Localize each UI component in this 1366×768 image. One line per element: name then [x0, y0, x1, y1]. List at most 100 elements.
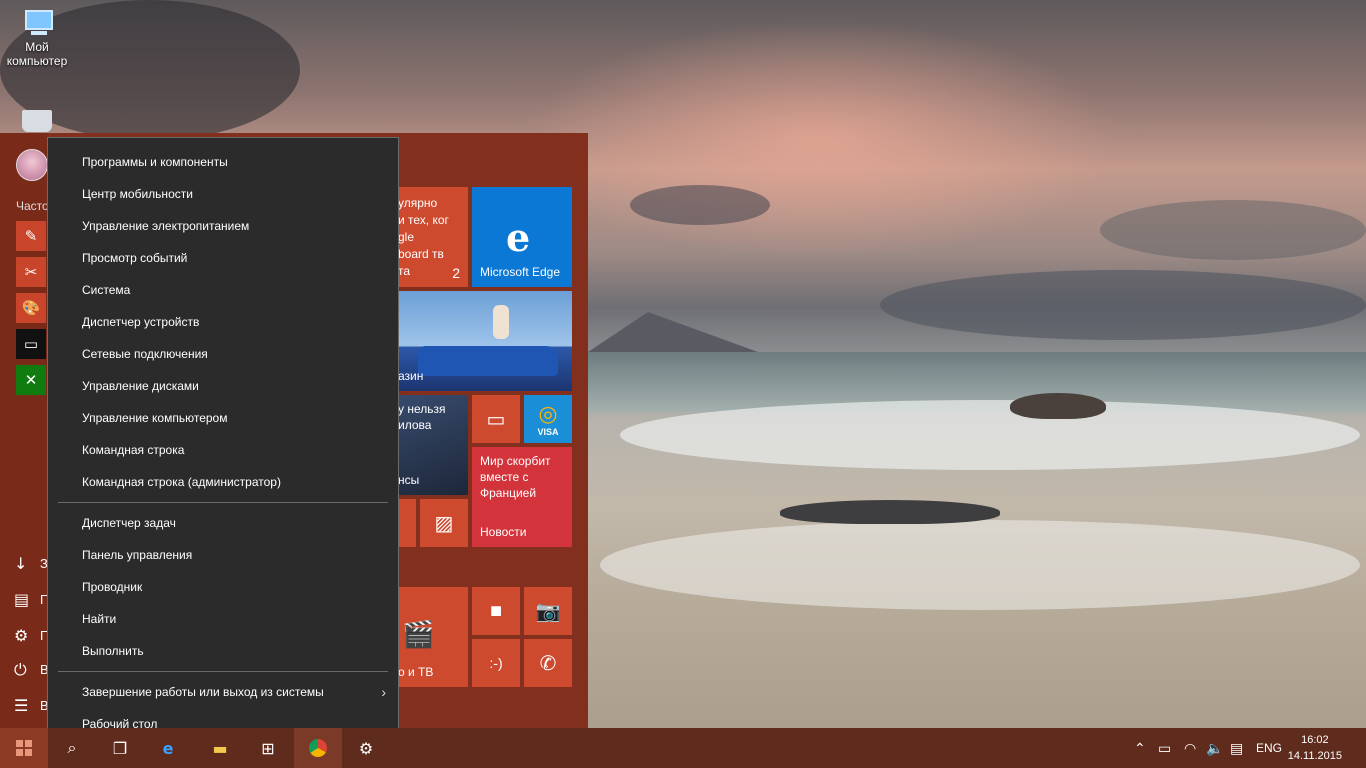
menu-item-search[interactable]: Найти: [48, 603, 398, 635]
menu-item-command-prompt[interactable]: Командная строка: [48, 434, 398, 466]
tile-phone-companion[interactable]: ▭: [472, 395, 520, 443]
tile-qiwi[interactable]: ◎ VISA: [524, 395, 572, 443]
mountain: [588, 312, 758, 352]
clock-date: 14.11.2015: [1287, 750, 1342, 762]
paint-icon[interactable]: 🎨: [16, 293, 46, 323]
rock: [1010, 393, 1106, 419]
language-indicator[interactable]: ENG: [1256, 728, 1282, 768]
tile-label: Новости: [480, 525, 527, 539]
menu-item-programs-features[interactable]: Программы и компоненты: [48, 146, 398, 178]
photo-person: [493, 305, 509, 339]
desktop-icon-recycle-bin[interactable]: [0, 110, 74, 132]
tile-store[interactable]: улярно и тех, ког gle board тв та 2: [398, 187, 468, 287]
task-view-icon[interactable]: ❐: [96, 728, 144, 768]
action-center-icon[interactable]: ▤: [1230, 728, 1243, 768]
frequent-label: Часто: [16, 199, 49, 213]
taskbar: ⌕ ❐ e ▬ ⊞ ⚙ ⌃ ▭ ◠ 🔈 ▤ ENG 16:02 14.11.20…: [0, 728, 1366, 768]
menu-separator: [58, 502, 388, 503]
computer-icon: [19, 8, 55, 38]
phone-icon: ✆: [539, 652, 557, 675]
menu-item-command-prompt-admin[interactable]: Командная строка (администратор): [48, 466, 398, 498]
qiwi-icon: ◎: [538, 401, 558, 426]
tile-news[interactable]: Мир скорбит вместе с Францией Новости: [472, 447, 572, 547]
tile-label: о и ТВ: [398, 665, 434, 679]
news-headline: Мир скорбит вместе с Францией: [480, 454, 551, 500]
tile-messaging[interactable]: :-): [472, 639, 520, 687]
visa-label: VISA: [537, 427, 559, 437]
surf-foam: [620, 400, 1360, 470]
tile-photo-news[interactable]: азин: [398, 291, 572, 391]
tile-text: у нельзя илова: [398, 402, 446, 432]
store-tile-text: улярно и тех, ког gle board тв та: [398, 196, 449, 278]
power-icon[interactable]: ⏻: [14, 660, 27, 680]
volume-icon[interactable]: 🔈: [1206, 728, 1223, 768]
tile-phone[interactable]: ✆: [524, 639, 572, 687]
clock-time: 16:02: [1301, 734, 1329, 746]
menu-item-mobility-center[interactable]: Центр мобильности: [48, 178, 398, 210]
battery-icon[interactable]: ▭: [1158, 728, 1171, 768]
edge-icon[interactable]: e: [144, 728, 192, 768]
snipping-tool-icon[interactable]: ✂: [16, 257, 46, 287]
cloud: [630, 185, 770, 225]
search-icon[interactable]: ⌕: [48, 728, 96, 768]
menu-item-computer-management[interactable]: Управление компьютером: [48, 402, 398, 434]
surf-foam: [600, 520, 1360, 610]
menu-separator: [58, 671, 388, 672]
camera-icon: 📷: [535, 600, 561, 623]
download-icon[interactable]: ↓: [14, 554, 27, 573]
windows-logo-icon: [16, 740, 32, 756]
menu-item-disk-management[interactable]: Управление дисками: [48, 370, 398, 402]
cloud: [880, 270, 1366, 340]
edge-icon: e: [506, 215, 531, 260]
menu-item-run[interactable]: Выполнить: [48, 635, 398, 667]
user-avatar[interactable]: [16, 149, 48, 181]
xbox-icon[interactable]: ✕: [16, 365, 46, 395]
tile-label: нсы: [398, 473, 420, 487]
message-icon: :-): [489, 655, 503, 671]
menu-item-shutdown-signout[interactable]: Завершение работы или выход из системы ›: [48, 676, 398, 708]
tile-movies-tv[interactable]: 🎬 о и ТВ: [398, 587, 468, 687]
tile-partial[interactable]: [398, 499, 416, 547]
video-camera-icon: ■: [489, 599, 503, 622]
store-icon[interactable]: ⊞: [244, 728, 292, 768]
menu-item-event-viewer[interactable]: Просмотр событий: [48, 242, 398, 274]
menu-item-device-manager[interactable]: Диспетчер устройств: [48, 306, 398, 338]
notepad-icon[interactable]: ✎: [16, 221, 46, 251]
photo-car: [418, 346, 558, 376]
all-apps-icon[interactable]: ☰: [14, 696, 28, 715]
explorer-icon[interactable]: ▤: [14, 590, 29, 609]
menu-item-system[interactable]: Система: [48, 274, 398, 306]
sky-glow: [520, 20, 1120, 260]
menu-item-network-connections[interactable]: Сетевые подключения: [48, 338, 398, 370]
chrome-icon[interactable]: [294, 728, 342, 768]
cmd-icon[interactable]: ▭: [16, 329, 46, 359]
clapperboard-icon: 🎬: [402, 619, 435, 649]
tile-microsoft-edge[interactable]: e Microsoft Edge: [472, 187, 572, 287]
desktop-icon-label: Мой компьютер: [6, 40, 68, 68]
wifi-icon[interactable]: ◠: [1184, 728, 1196, 768]
desktop-icon-my-computer[interactable]: Мой компьютер: [0, 8, 74, 68]
tile-news-small[interactable]: у нельзя илова нсы: [398, 395, 468, 495]
show-hidden-icons-chevron-up-icon[interactable]: ⌃: [1134, 728, 1146, 768]
settings-icon[interactable]: ⚙: [14, 626, 28, 645]
settings-icon[interactable]: ⚙: [342, 728, 390, 768]
rock: [780, 500, 1000, 524]
tile-label: Microsoft Edge: [480, 265, 561, 279]
file-explorer-icon[interactable]: ▬: [196, 728, 244, 768]
store-tile-badge: 2: [452, 265, 460, 281]
menu-item-power-options[interactable]: Управление электропитанием: [48, 210, 398, 242]
menu-item-task-manager[interactable]: Диспетчер задач: [48, 507, 398, 539]
tile-label: азин: [398, 369, 424, 383]
winx-context-menu: Программы и компоненты Центр мобильности…: [47, 137, 399, 749]
tile-camera[interactable]: 📷: [524, 587, 572, 635]
recycle-bin-icon: [22, 110, 52, 132]
cloud: [1100, 200, 1366, 260]
menu-item-control-panel[interactable]: Панель управления: [48, 539, 398, 571]
menu-item-file-explorer[interactable]: Проводник: [48, 571, 398, 603]
tile-camera-video[interactable]: ■: [472, 587, 520, 635]
tile-photos[interactable]: ▨: [420, 499, 468, 547]
start-button[interactable]: [0, 728, 48, 768]
clock[interactable]: 16:02 14.11.2015: [1288, 732, 1342, 764]
phone-companion-icon: ▭: [486, 408, 506, 431]
chevron-right-icon: ›: [381, 684, 386, 700]
